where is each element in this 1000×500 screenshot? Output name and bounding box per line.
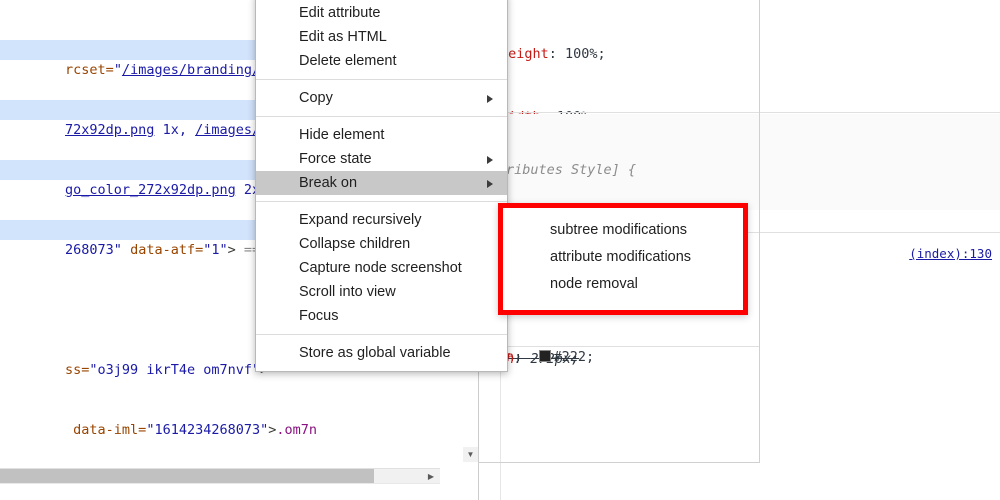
css-declaration[interactable]: n: #222; [506, 347, 594, 368]
devtools-window: rcset="/images/branding/googlel 72x92dp.… [0, 0, 1000, 500]
chevron-down-icon: ▼ [466, 450, 475, 459]
context-menu-separator [256, 116, 507, 117]
context-menu-item-edit-as-html[interactable]: Edit as HTML [256, 25, 507, 49]
rule-separator [478, 112, 1000, 113]
context-menu-item-label: Copy [299, 90, 333, 106]
styles-pane-edge [478, 462, 760, 463]
submenu-arrow-icon [487, 180, 493, 188]
dom-pane-bottom-strip [0, 483, 440, 500]
break-on-submenu[interactable]: subtree modifications attribute modifica… [498, 203, 748, 315]
submenu-item-label: attribute modifications [550, 249, 692, 265]
rule-separator [740, 232, 1000, 233]
submenu-arrow-icon [487, 156, 493, 164]
styles-pane-edge [759, 0, 760, 463]
submenu-item-subtree-modifications[interactable]: subtree modifications [503, 217, 743, 244]
context-menu-item-focus[interactable]: Focus [256, 304, 507, 328]
scroll-down-arrow-icon[interactable]: ▼ [463, 447, 478, 462]
context-menu-item-force-state[interactable]: Force state [256, 147, 507, 171]
context-menu-item-store-as-global-variable[interactable]: Store as global variable [256, 341, 507, 365]
context-menu-item-label: Scroll into view [299, 284, 396, 300]
context-menu-item-edit-attribute[interactable]: Edit attribute [256, 1, 507, 25]
submenu-item-label: node removal [550, 276, 638, 292]
rule-separator [500, 346, 760, 347]
context-menu-item-label: Delete element [299, 53, 397, 69]
scrollbar-thumb[interactable] [0, 469, 374, 484]
submenu-item-node-removal[interactable]: node removal [503, 271, 743, 298]
context-menu-item-label: Focus [299, 308, 339, 324]
context-menu-item-capture-node-screenshot[interactable]: Capture node screenshot [256, 256, 507, 280]
context-menu-item-delete-element[interactable]: Delete element [256, 49, 507, 73]
context-menu-separator [256, 79, 507, 80]
css-declaration[interactable]: height: 100%; [500, 44, 719, 65]
context-menu-item-label: Store as global variable [299, 345, 451, 361]
context-menu-item-label: Edit as HTML [299, 29, 387, 45]
context-menu-separator [256, 334, 507, 335]
submenu-item-attribute-modifications[interactable]: attribute modifications [503, 244, 743, 271]
css-selector[interactable]: ributes Style] { [506, 160, 701, 181]
context-menu-item-label: Hide element [299, 127, 385, 143]
context-menu-item-expand-recursively[interactable]: Expand recursively [256, 208, 507, 232]
dom-tree-horizontal-scrollbar[interactable]: ▶ [0, 468, 440, 484]
context-menu-item-break-on[interactable]: Break on [256, 171, 507, 195]
context-menu-item-copy[interactable]: Copy [256, 86, 507, 110]
context-menu-item-label: Capture node screenshot [299, 260, 462, 276]
context-menu-item-label: Force state [299, 151, 372, 167]
context-menu-item-label: Expand recursively [299, 212, 422, 228]
scroll-right-arrow-icon[interactable]: ▶ [422, 469, 440, 484]
context-menu-item-scroll-into-view[interactable]: Scroll into view [256, 280, 507, 304]
chevron-right-icon: ▶ [427, 472, 435, 481]
color-swatch[interactable] [538, 350, 551, 362]
dom-line[interactable]: data-iml="1614234268073">.om7n [0, 400, 478, 438]
context-menu-item-label: Edit attribute [299, 5, 381, 21]
context-menu-separator [256, 201, 507, 202]
context-menu-item-hide-element[interactable]: Hide element [256, 123, 507, 147]
style-source-link[interactable]: (index):130 [909, 246, 992, 261]
context-menu-item-label: Collapse children [299, 236, 411, 252]
context-menu-item-label: Break on [299, 175, 358, 191]
context-menu-item-collapse-children[interactable]: Collapse children [256, 232, 507, 256]
submenu-item-label: subtree modifications [550, 222, 688, 238]
dom-node-context-menu[interactable]: Edit attribute Edit as HTML Delete eleme… [255, 0, 508, 372]
css-rule-block-3[interactable]: n: #222; [506, 305, 594, 410]
submenu-arrow-icon [487, 95, 493, 103]
